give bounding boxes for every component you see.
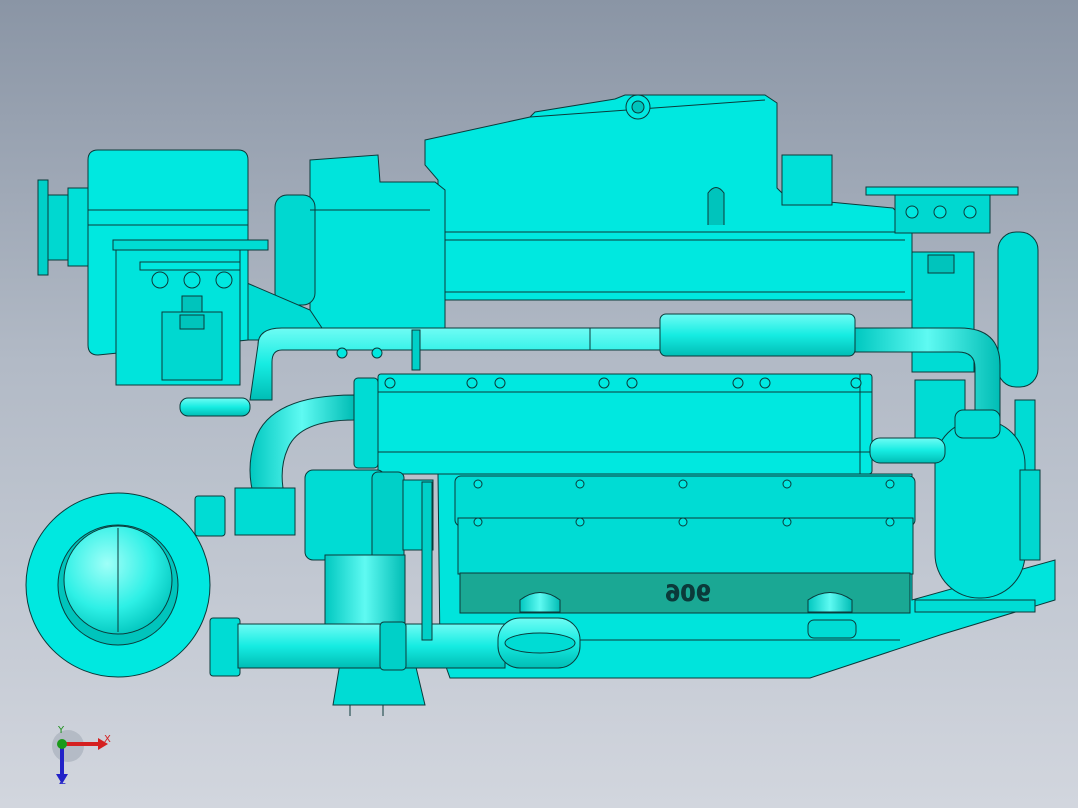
lower-charge-pipe xyxy=(237,623,506,669)
y-axis-label: Y xyxy=(58,725,65,736)
engine-model[interactable]: 906 xyxy=(0,0,1078,808)
exhaust-manifold xyxy=(377,373,873,475)
rear-pump-housing xyxy=(934,419,1026,599)
graphics-viewport[interactable]: 906 X Y Z xyxy=(0,0,1078,808)
valve-cover xyxy=(424,94,913,301)
x-axis-label: X xyxy=(104,734,111,745)
coordinate-triad: X Y Z xyxy=(40,724,130,794)
flywheel-hub xyxy=(997,231,1039,388)
rear-mount-plate xyxy=(865,186,1019,196)
front-pulley xyxy=(37,179,49,276)
z-axis-label: Z xyxy=(59,776,66,787)
sump-marking: 906 xyxy=(665,582,711,607)
